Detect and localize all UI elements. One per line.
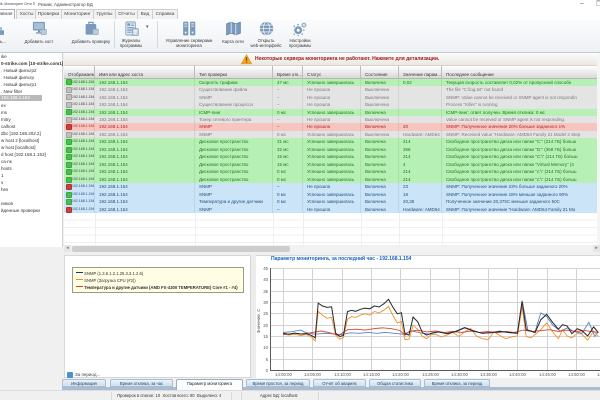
svg-text:15: 15 [263,334,268,339]
svg-text:14:35:00: 14:35:00 [480,372,497,377]
svg-text:14:15:00: 14:15:00 [363,372,380,377]
svg-text:Значение, С: Значение, С [256,309,261,334]
svg-text:14:45:00: 14:45:00 [539,372,556,377]
svg-text:5: 5 [266,357,269,362]
svg-text:40: 40 [263,277,268,282]
svg-text:14:10:00: 14:10:00 [334,372,351,377]
svg-text:25: 25 [263,311,268,316]
svg-text:20: 20 [263,323,268,328]
svg-text:10: 10 [263,345,268,350]
svg-text:35: 35 [263,289,268,294]
svg-text:14:30:00: 14:30:00 [451,372,468,377]
svg-text:14:00:00: 14:00:00 [275,372,292,377]
svg-text:45: 45 [263,266,268,271]
svg-text:30: 30 [263,300,268,305]
svg-text:0: 0 [266,368,269,373]
svg-text:14:20:00: 14:20:00 [392,372,409,377]
svg-text:14:05:00: 14:05:00 [304,372,321,377]
svg-text:14:50:00: 14:50:00 [568,372,585,377]
svg-text:14:40:00: 14:40:00 [509,372,526,377]
svg-text:14:25:00: 14:25:00 [422,372,439,377]
